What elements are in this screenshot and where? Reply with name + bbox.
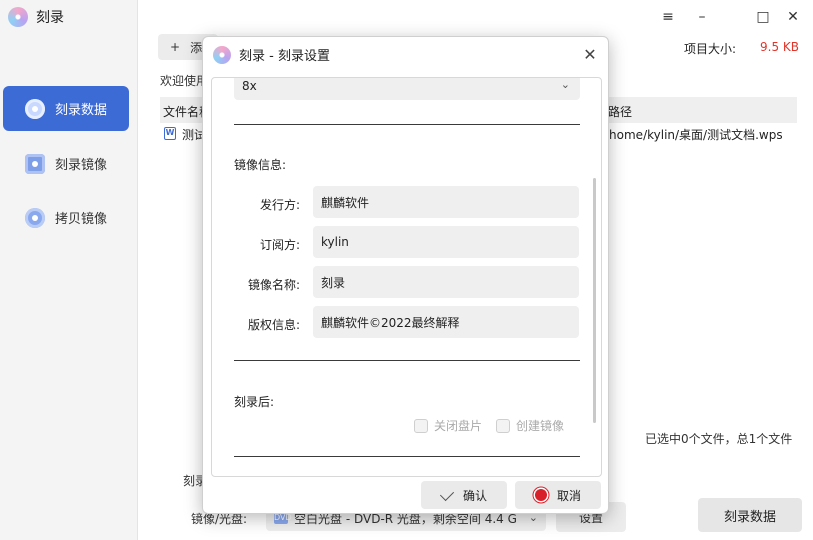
dialog-close-icon[interactable]: ✕ xyxy=(580,44,600,64)
cancel-button[interactable]: 取消 xyxy=(515,481,601,509)
subscriber-label: 订阅方: xyxy=(259,238,300,252)
sidebar-item-label: 刻录数据 xyxy=(55,103,108,118)
dialog-title: 刻录 - 刻录设置 xyxy=(239,49,330,64)
close-disc-checkbox[interactable] xyxy=(414,418,428,433)
after-burn-options: 关闭盘片 创建镜像 xyxy=(414,417,564,434)
image-name-label: 镜像名称: xyxy=(247,278,300,292)
burn-speed-value: 8x xyxy=(242,79,257,93)
dialog-settings-panel: 8x ⌄ 镜像信息: 发行方: 麒麟软件 订阅方: kylin 镜像名称: 刻录… xyxy=(211,77,602,477)
create-image-checkbox[interactable] xyxy=(496,418,511,433)
record-stop-icon xyxy=(534,489,547,501)
image-info-label: 镜像信息: xyxy=(234,158,287,172)
copyright-input[interactable]: 麒麟软件©2022最终解释 xyxy=(313,306,579,338)
publisher-label: 发行方: xyxy=(259,198,300,212)
divider xyxy=(234,360,580,361)
check-icon xyxy=(439,486,455,501)
dialog-header: 刻录 - 刻录设置 xyxy=(213,45,330,64)
divider xyxy=(234,456,580,457)
disc-icon xyxy=(25,98,45,119)
maximize-icon[interactable]: □ xyxy=(754,8,772,26)
sidebar-item-label: 拷贝镜像 xyxy=(55,212,108,227)
disc-image-icon xyxy=(25,153,45,174)
create-image-label: 创建镜像 xyxy=(516,419,565,433)
minimize-icon[interactable]: – xyxy=(693,8,711,26)
burn-speed-select[interactable]: 8x ⌄ xyxy=(234,78,580,100)
file-path-cell: /home/kylin/桌面/测试文档.wps xyxy=(605,128,783,142)
app-header: 刻录 xyxy=(8,7,64,27)
image-name-input[interactable]: 刻录 xyxy=(313,266,579,298)
scrollbar[interactable] xyxy=(593,178,596,423)
sidebar-item-copy-image[interactable]: 拷贝镜像 xyxy=(3,195,129,240)
sidebar-item-burn-data[interactable]: 刻录数据 xyxy=(3,86,129,131)
disc-copy-icon xyxy=(25,207,45,228)
app-logo-icon xyxy=(8,7,28,27)
add-file-label: 添 xyxy=(190,40,203,55)
subscriber-input[interactable]: kylin xyxy=(313,226,579,258)
publisher-input[interactable]: 麒麟软件 xyxy=(313,186,579,218)
selection-status: 已选中0个文件，总1个文件 xyxy=(645,432,793,446)
burn-data-button[interactable]: 刻录数据 xyxy=(698,498,802,532)
app-title: 刻录 xyxy=(36,10,64,26)
confirm-button[interactable]: 确认 xyxy=(421,481,507,509)
close-icon[interactable]: ✕ xyxy=(784,8,802,26)
document-icon: W xyxy=(164,127,176,140)
welcome-text: 欢迎使用 xyxy=(160,74,209,88)
divider xyxy=(234,124,580,125)
copyright-label: 版权信息: xyxy=(247,318,300,332)
app-logo-icon xyxy=(213,45,231,64)
close-disc-label: 关闭盘片 xyxy=(434,419,483,433)
project-size-value: 9.5 KB xyxy=(760,40,799,54)
cancel-label: 取消 xyxy=(556,488,581,503)
after-burn-label: 刻录后: xyxy=(234,395,275,409)
burn-settings-dialog: 刻录 - 刻录设置 ✕ 8x ⌄ 镜像信息: 发行方: 麒麟软件 订阅方: ky… xyxy=(202,36,609,514)
sidebar: 刻录 刻录数据 刻录镜像 拷贝镜像 xyxy=(0,0,138,540)
project-size-label: 项目大小: xyxy=(684,42,737,56)
column-header-path[interactable]: 路径 xyxy=(608,103,632,120)
plus-icon: + xyxy=(170,40,181,54)
confirm-label: 确认 xyxy=(462,488,487,503)
menu-icon[interactable]: ≡ xyxy=(659,8,677,26)
sidebar-item-label: 刻录镜像 xyxy=(55,158,108,173)
chevron-down-icon: ⌄ xyxy=(560,78,570,91)
sidebar-item-burn-image[interactable]: 刻录镜像 xyxy=(3,141,129,186)
